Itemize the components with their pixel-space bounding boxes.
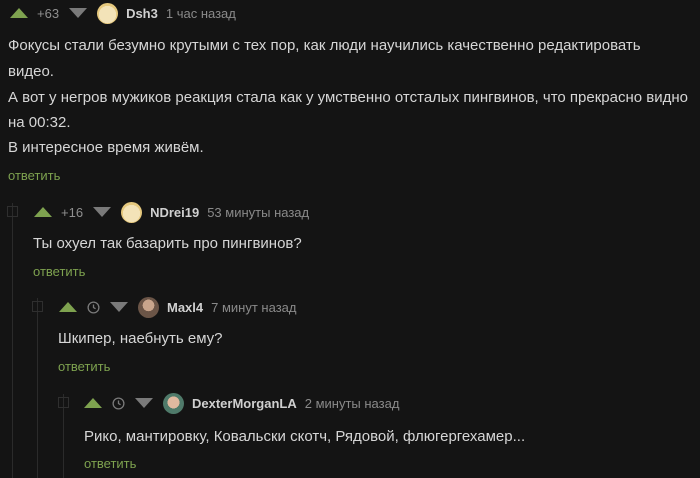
thread-line [37, 298, 38, 478]
comment-text-line: В интересное время живём. [8, 139, 204, 156]
clock-icon [112, 396, 125, 410]
upvote-icon[interactable] [84, 398, 102, 408]
comment-rating: +63 [37, 5, 60, 21]
comment-header: +16 NDrei19 53 минуты назад [34, 201, 309, 223]
thread-line [12, 203, 13, 478]
comment-header: Maxl4 7 минут назад [59, 296, 296, 318]
reply-link[interactable]: ответить [33, 264, 85, 279]
collapse-thread-button[interactable] [32, 301, 43, 312]
comment-rating: +16 [61, 204, 84, 220]
downvote-icon[interactable] [135, 398, 153, 408]
comment-text-line: на 00:32. [8, 114, 71, 131]
avatar[interactable] [97, 2, 119, 24]
reply-link[interactable]: ответить [8, 168, 60, 183]
comment-text-line: Шкипер, наебнуть ему? [58, 330, 223, 347]
upvote-icon[interactable] [10, 8, 28, 18]
downvote-icon[interactable] [93, 207, 112, 217]
comment-text-line: Фокусы стали безумно крутыми с тех пор, … [8, 37, 641, 54]
comment-author[interactable]: Maxl4 [167, 300, 203, 315]
reply-link[interactable]: ответить [58, 359, 110, 374]
comment-text-line: видео. [8, 63, 54, 80]
comment-time[interactable]: 1 час назад [166, 6, 236, 21]
reply-link[interactable]: ответить [84, 456, 136, 471]
clock-icon [87, 300, 100, 314]
collapse-thread-button[interactable] [7, 206, 18, 217]
comment-text-line: Ты охуел так базарить про пингвинов? [33, 235, 302, 252]
downvote-icon[interactable] [69, 8, 88, 18]
avatar[interactable] [138, 296, 159, 318]
comment-author[interactable]: NDrei19 [150, 205, 199, 220]
comment-time[interactable]: 2 минуты назад [305, 396, 400, 411]
comment-text-line: Рико, мантировку, Ковальски скотч, Рядов… [84, 428, 526, 445]
collapse-thread-button[interactable] [58, 397, 69, 408]
upvote-icon[interactable] [34, 207, 52, 217]
avatar[interactable] [163, 392, 184, 414]
avatar[interactable] [121, 201, 143, 223]
downvote-icon[interactable] [110, 302, 128, 312]
comment-author[interactable]: Dsh3 [126, 6, 158, 21]
comment-time[interactable]: 53 минуты назад [207, 205, 309, 220]
comment-text-line: А вот у негров мужиков реакция стала как… [8, 89, 688, 106]
upvote-icon[interactable] [59, 302, 77, 312]
comment-author[interactable]: DexterMorganLA [192, 396, 297, 411]
comment-header: DexterMorganLA 2 минуты назад [84, 392, 400, 414]
comment-header: +63 Dsh3 1 час назад [10, 2, 236, 24]
comment-time[interactable]: 7 минут назад [211, 300, 296, 315]
